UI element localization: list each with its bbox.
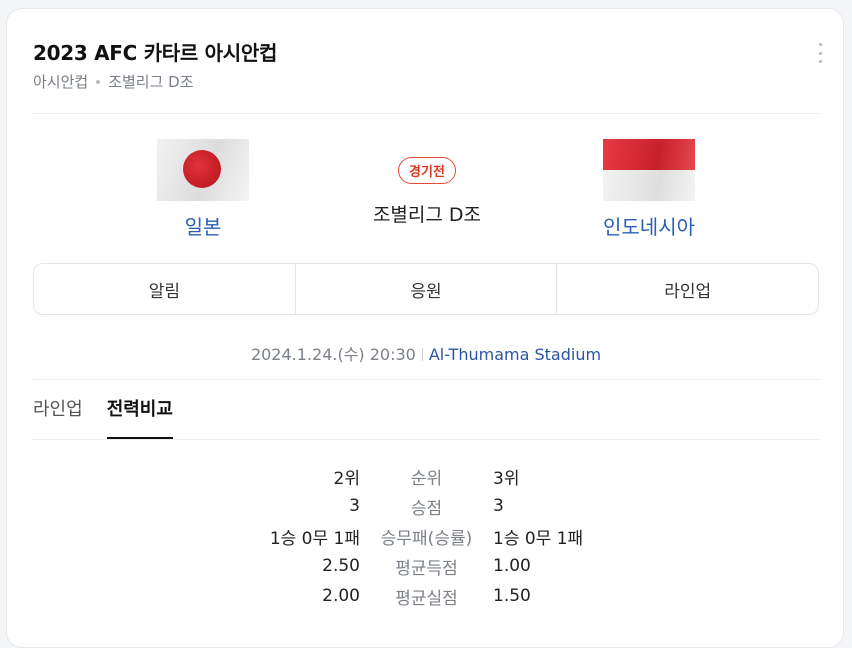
- away-team[interactable]: 인도네시아: [584, 139, 714, 240]
- breadcrumb: 아시안컵 조별리그 D조: [33, 71, 194, 92]
- home-stat: 2위: [333, 468, 360, 489]
- action-buttons: 알림 응원 라인업: [33, 263, 819, 315]
- indonesia-flag-icon: [603, 139, 695, 201]
- separator: [421, 348, 423, 361]
- away-stat: 3: [493, 496, 504, 516]
- stats-table: 2위 순위 3위 3 승점 3 1승 0무 1패 승무패(승률) 1승 0무 1…: [7, 461, 845, 611]
- match-info: 2024.1.24.(수) 20:30 Al-Thumama Stadium: [7, 341, 845, 365]
- away-team-name[interactable]: 인도네시아: [584, 211, 714, 240]
- away-stat: 1승 0무 1패: [493, 528, 584, 549]
- league-name[interactable]: 아시안컵: [33, 71, 88, 92]
- status-badge: 경기전: [398, 157, 456, 184]
- divider: [33, 113, 821, 114]
- stat-row: 2.00 평균실점 1.50: [7, 581, 845, 611]
- tab-comparison[interactable]: 전력비교: [106, 395, 173, 439]
- separator-dot: [96, 79, 101, 84]
- home-stat: 2.50: [322, 556, 360, 576]
- stat-label: 승점: [410, 498, 443, 519]
- stat-label: 승무패(승률): [380, 528, 473, 549]
- stat-label: 평균실점: [395, 588, 458, 609]
- stat-row: 3 승점 3: [7, 491, 845, 521]
- stat-row: 2.50 평균득점 1.00: [7, 551, 845, 581]
- more-options-icon[interactable]: [815, 43, 825, 63]
- stat-row: 2위 순위 3위: [7, 461, 845, 491]
- sub-tabs: 라인업 전력비교: [33, 395, 173, 439]
- stat-label: 순위: [410, 468, 443, 489]
- lineup-button[interactable]: 라인업: [556, 264, 818, 314]
- home-stat: 3: [349, 496, 360, 516]
- alert-button[interactable]: 알림: [34, 264, 295, 314]
- cheer-button[interactable]: 응원: [294, 264, 557, 314]
- stage-name[interactable]: 조별리그 D조: [108, 71, 193, 92]
- japan-flag-icon: [157, 139, 249, 201]
- page-title: 2023 AFC 카타르 아시안컵: [33, 41, 278, 65]
- match-datetime: 2024.1.24.(수) 20:30: [250, 345, 416, 364]
- divider: [33, 439, 821, 440]
- venue-link[interactable]: Al-Thumama Stadium: [429, 345, 601, 364]
- home-stat: 1승 0무 1패: [269, 528, 360, 549]
- home-team-name[interactable]: 일본: [138, 211, 268, 240]
- away-stat: 3위: [493, 468, 520, 489]
- divider: [33, 379, 821, 380]
- match-stage: 조별리그 D조: [372, 204, 482, 226]
- stat-label: 평균득점: [395, 558, 458, 579]
- home-stat: 2.00: [322, 586, 360, 606]
- match-card: 2023 AFC 카타르 아시안컵 아시안컵 조별리그 D조 일본 경기전 조별…: [6, 8, 844, 648]
- away-stat: 1.50: [493, 586, 531, 606]
- stat-row: 1승 0무 1패 승무패(승률) 1승 0무 1패: [7, 521, 845, 551]
- tab-lineup[interactable]: 라인업: [33, 395, 83, 439]
- away-stat: 1.00: [493, 556, 531, 576]
- home-team[interactable]: 일본: [138, 139, 268, 240]
- match-center: 경기전 조별리그 D조: [347, 157, 507, 227]
